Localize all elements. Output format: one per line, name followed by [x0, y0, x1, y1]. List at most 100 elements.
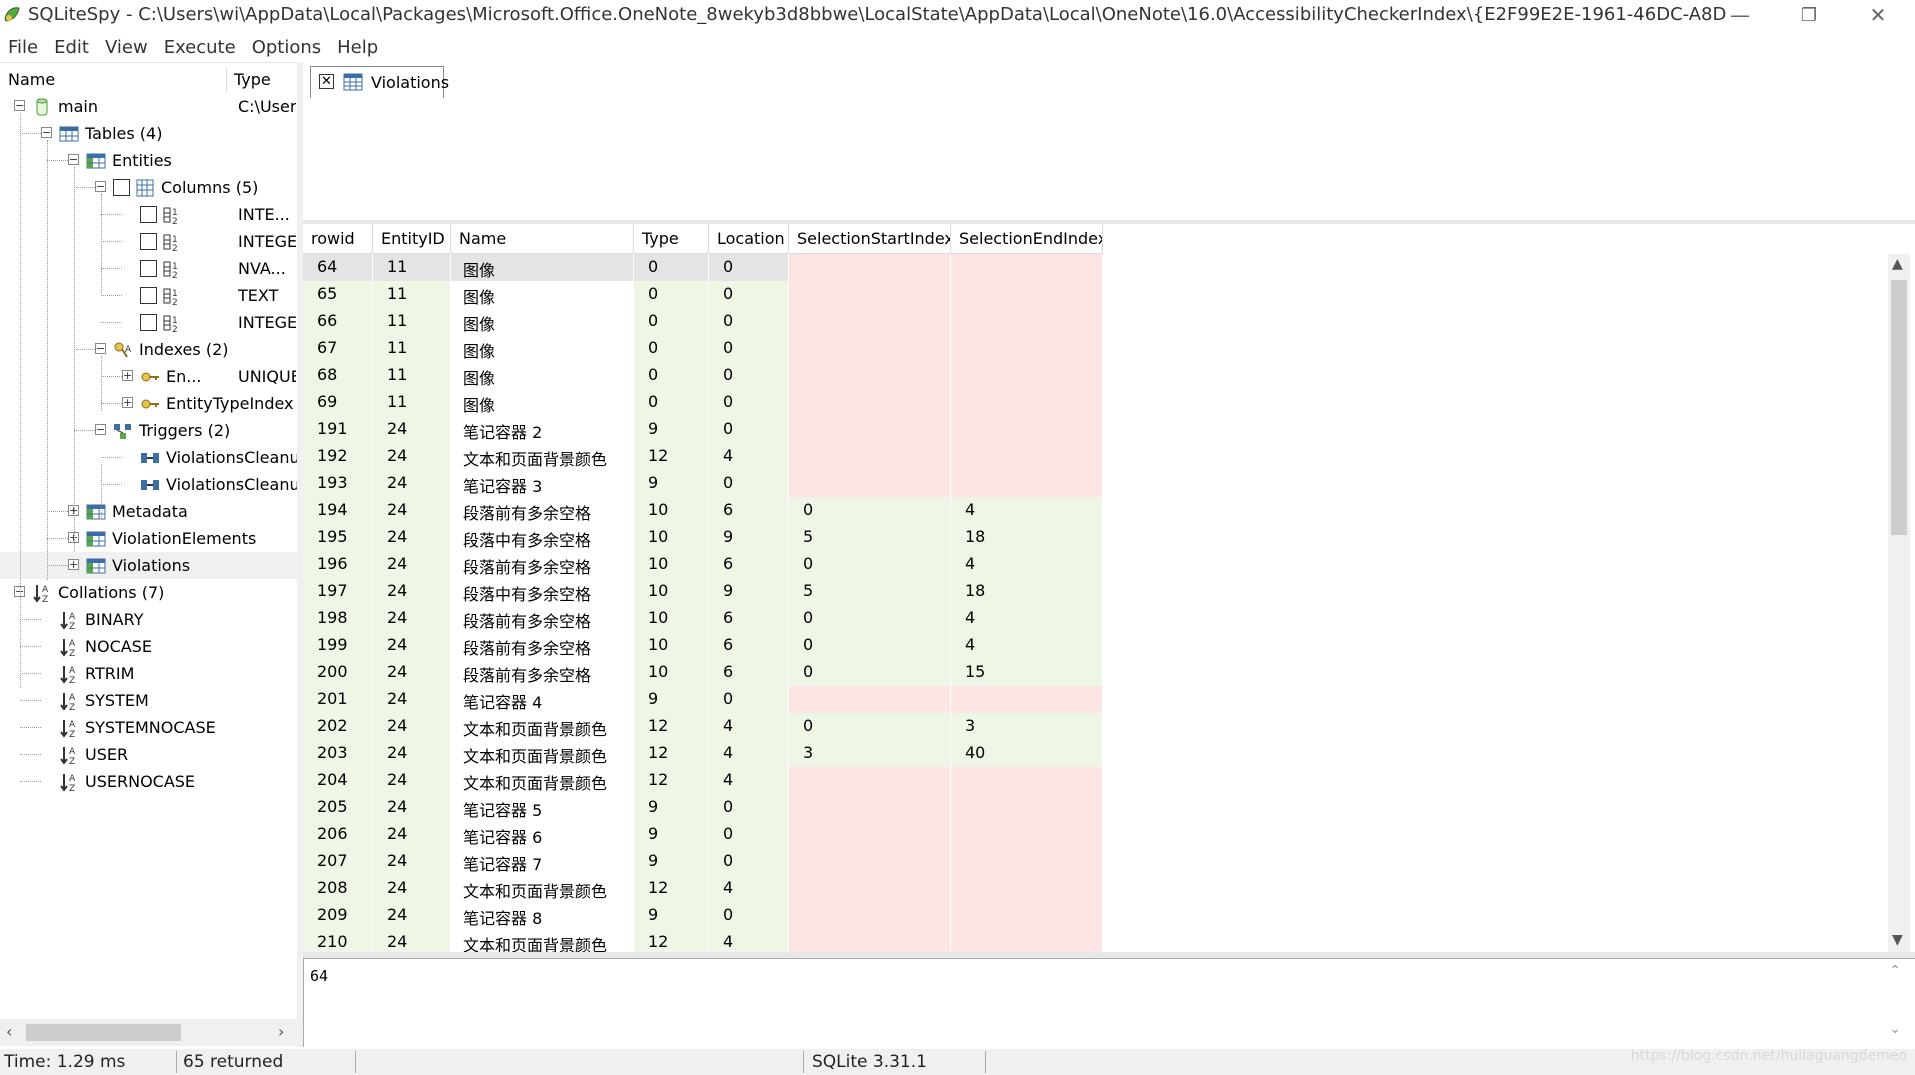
table-cell[interactable]: 202	[303, 713, 373, 740]
sql-editor[interactable]	[303, 98, 1915, 220]
table-cell[interactable]	[789, 335, 951, 362]
tree-header-name[interactable]: Name	[8, 66, 55, 92]
tree-node[interactable]: A Z USER	[0, 741, 297, 768]
table-cell[interactable]: 9	[634, 794, 709, 821]
table-cell[interactable]: 0	[634, 281, 709, 308]
table-cell[interactable]: 段落中有多余空格	[451, 578, 634, 605]
table-cell[interactable]: 205	[303, 794, 373, 821]
table-cell[interactable]: 11	[373, 335, 451, 362]
table-cell[interactable]: 24	[373, 902, 451, 929]
table-cell[interactable]: 10	[634, 605, 709, 632]
table-cell[interactable]	[951, 686, 1103, 713]
expand-icon[interactable]: +	[122, 370, 133, 381]
table-cell[interactable]: 192	[303, 443, 373, 470]
table-cell[interactable]: 24	[373, 740, 451, 767]
tree-node[interactable]: − A Z Collations (7)	[0, 579, 297, 606]
table-cell[interactable]: 203	[303, 740, 373, 767]
table-cell[interactable]: 4	[709, 875, 789, 902]
collapse-icon[interactable]: −	[95, 181, 106, 192]
table-cell[interactable]	[951, 335, 1103, 362]
table-cell[interactable]: 笔记容器 4	[451, 686, 634, 713]
tree-node[interactable]: A Z RTRIM	[0, 660, 297, 687]
table-cell[interactable]: 12	[634, 740, 709, 767]
scroll-up-icon[interactable]: ▲	[1892, 256, 1903, 272]
tree-node[interactable]: + Metadata	[0, 498, 297, 525]
tree-node[interactable]: A Z NOCASE	[0, 633, 297, 660]
table-cell[interactable]: 4	[951, 632, 1103, 659]
table-cell[interactable]: 段落中有多余空格	[451, 524, 634, 551]
table-cell[interactable]: 65	[303, 281, 373, 308]
cell-value-viewer[interactable]: 64 ⌃ ⌄	[303, 958, 1915, 1047]
column-header[interactable]: rowid	[303, 224, 373, 254]
expand-icon[interactable]: +	[68, 559, 79, 570]
table-cell[interactable]: 文本和页面背景颜色	[451, 929, 634, 952]
table-cell[interactable]: 4	[951, 605, 1103, 632]
table-cell[interactable]: 0	[634, 362, 709, 389]
table-cell[interactable]: 笔记容器 6	[451, 821, 634, 848]
table-cell[interactable]: 0	[709, 254, 789, 281]
table-cell[interactable]	[951, 794, 1103, 821]
table-cell[interactable]: 笔记容器 5	[451, 794, 634, 821]
table-cell[interactable]	[951, 821, 1103, 848]
table-cell[interactable]: 图像	[451, 308, 634, 335]
table-cell[interactable]: 段落前有多余空格	[451, 497, 634, 524]
tree-node[interactable]: + Violations	[0, 552, 297, 579]
table-cell[interactable]: 4	[951, 551, 1103, 578]
table-cell[interactable]: 4	[951, 497, 1103, 524]
table-cell[interactable]: 0	[789, 497, 951, 524]
table-cell[interactable]	[789, 281, 951, 308]
minimize-button[interactable]: —	[1717, 0, 1763, 30]
table-cell[interactable]: 4	[709, 767, 789, 794]
table-cell[interactable]	[789, 254, 951, 281]
table-cell[interactable]: 文本和页面背景颜色	[451, 740, 634, 767]
table-cell[interactable]: 图像	[451, 335, 634, 362]
tree-node[interactable]: 1 2 TEXT	[0, 282, 297, 309]
table-cell[interactable]: 0	[709, 281, 789, 308]
column-header[interactable]: Location	[709, 224, 789, 254]
table-cell[interactable]	[789, 929, 951, 952]
table-cell[interactable]: 6	[709, 632, 789, 659]
table-cell[interactable]: 0	[634, 335, 709, 362]
tree-node[interactable]: A Z BINARY	[0, 606, 297, 633]
table-cell[interactable]: 5	[789, 578, 951, 605]
table-cell[interactable]: 24	[373, 659, 451, 686]
table-cell[interactable]: 9	[634, 902, 709, 929]
tree-node[interactable]: ViolationsCleanu	[0, 471, 297, 498]
table-cell[interactable]: 68	[303, 362, 373, 389]
table-cell[interactable]: 10	[634, 524, 709, 551]
menu-help[interactable]: Help	[329, 37, 386, 58]
scroll-down-icon[interactable]: ⌄	[1889, 1021, 1901, 1037]
menu-options[interactable]: Options	[244, 37, 329, 58]
table-cell[interactable]	[789, 470, 951, 497]
table-cell[interactable]: 0	[709, 308, 789, 335]
table-cell[interactable]: 0	[634, 254, 709, 281]
table-cell[interactable]: 10	[634, 497, 709, 524]
table-cell[interactable]: 197	[303, 578, 373, 605]
table-cell[interactable]: 文本和页面背景颜色	[451, 443, 634, 470]
table-cell[interactable]	[789, 389, 951, 416]
table-cell[interactable]: 199	[303, 632, 373, 659]
table-cell[interactable]: 图像	[451, 362, 634, 389]
table-cell[interactable]: 段落前有多余空格	[451, 632, 634, 659]
table-cell[interactable]: 24	[373, 524, 451, 551]
table-cell[interactable]: 11	[373, 281, 451, 308]
table-cell[interactable]: 0	[634, 389, 709, 416]
table-cell[interactable]: 200	[303, 659, 373, 686]
menu-edit[interactable]: Edit	[46, 37, 97, 58]
table-cell[interactable]: 24	[373, 551, 451, 578]
table-cell[interactable]: 24	[373, 578, 451, 605]
table-cell[interactable]: 24	[373, 686, 451, 713]
table-cell[interactable]: 9	[634, 470, 709, 497]
table-cell[interactable]: 段落前有多余空格	[451, 605, 634, 632]
close-button[interactable]: ✕	[1855, 0, 1901, 30]
tree-node[interactable]: 1 2 INTE...	[0, 201, 297, 228]
table-cell[interactable]: 11	[373, 254, 451, 281]
table-cell[interactable]: 9	[634, 848, 709, 875]
table-cell[interactable]: 0	[709, 362, 789, 389]
table-cell[interactable]: 24	[373, 605, 451, 632]
menu-execute[interactable]: Execute	[156, 37, 244, 58]
table-cell[interactable]	[951, 767, 1103, 794]
table-cell[interactable]: 11	[373, 362, 451, 389]
table-cell[interactable]: 198	[303, 605, 373, 632]
tree-node[interactable]: − Entities	[0, 147, 297, 174]
